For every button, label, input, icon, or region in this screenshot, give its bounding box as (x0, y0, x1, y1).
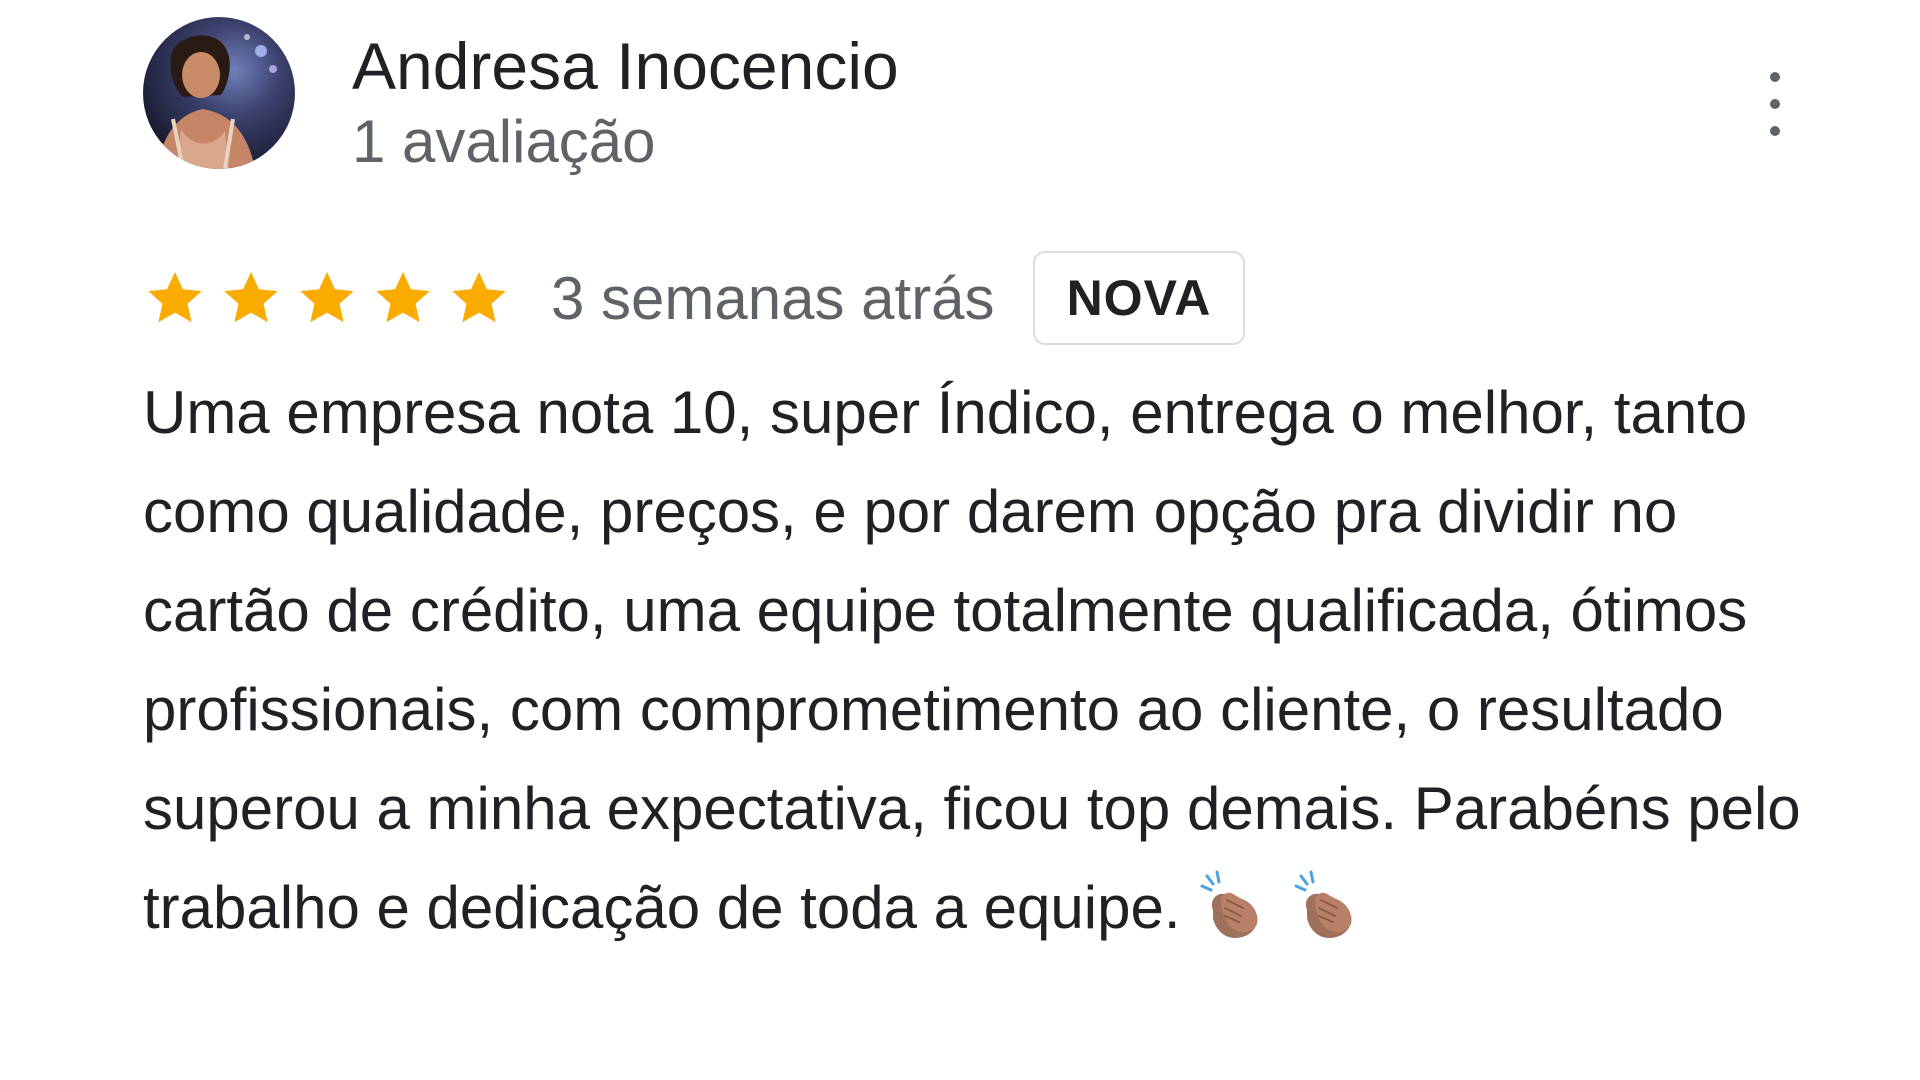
star-icon (300, 271, 354, 323)
author-name[interactable]: Andresa Inocencio (352, 22, 899, 110)
star-icon (224, 271, 278, 323)
star-icon (452, 271, 506, 323)
review-body: Uma empresa nota 10, super Índico, entre… (143, 363, 1803, 957)
more-vert-icon (1770, 72, 1780, 136)
review-text: Uma empresa nota 10, super Índico, entre… (143, 379, 1801, 941)
star-icon (148, 271, 202, 323)
clapping-hands-emoji (1293, 870, 1363, 942)
author-review-count: 1 avaliação (352, 108, 656, 175)
avatar-photo (143, 17, 295, 169)
more-options-button[interactable] (1747, 62, 1803, 146)
new-badge: NOVA (1032, 251, 1246, 345)
rating-row: 3 semanas atrás NOVA (143, 246, 1246, 350)
clapping-hands-emoji (1199, 870, 1269, 942)
avatar[interactable] (143, 17, 295, 169)
review-date: 3 semanas atrás (551, 264, 995, 332)
review-card: Andresa Inocencio 1 avaliação 3 semanas … (0, 0, 1920, 1080)
star-rating (143, 266, 511, 330)
star-icon (376, 271, 430, 323)
